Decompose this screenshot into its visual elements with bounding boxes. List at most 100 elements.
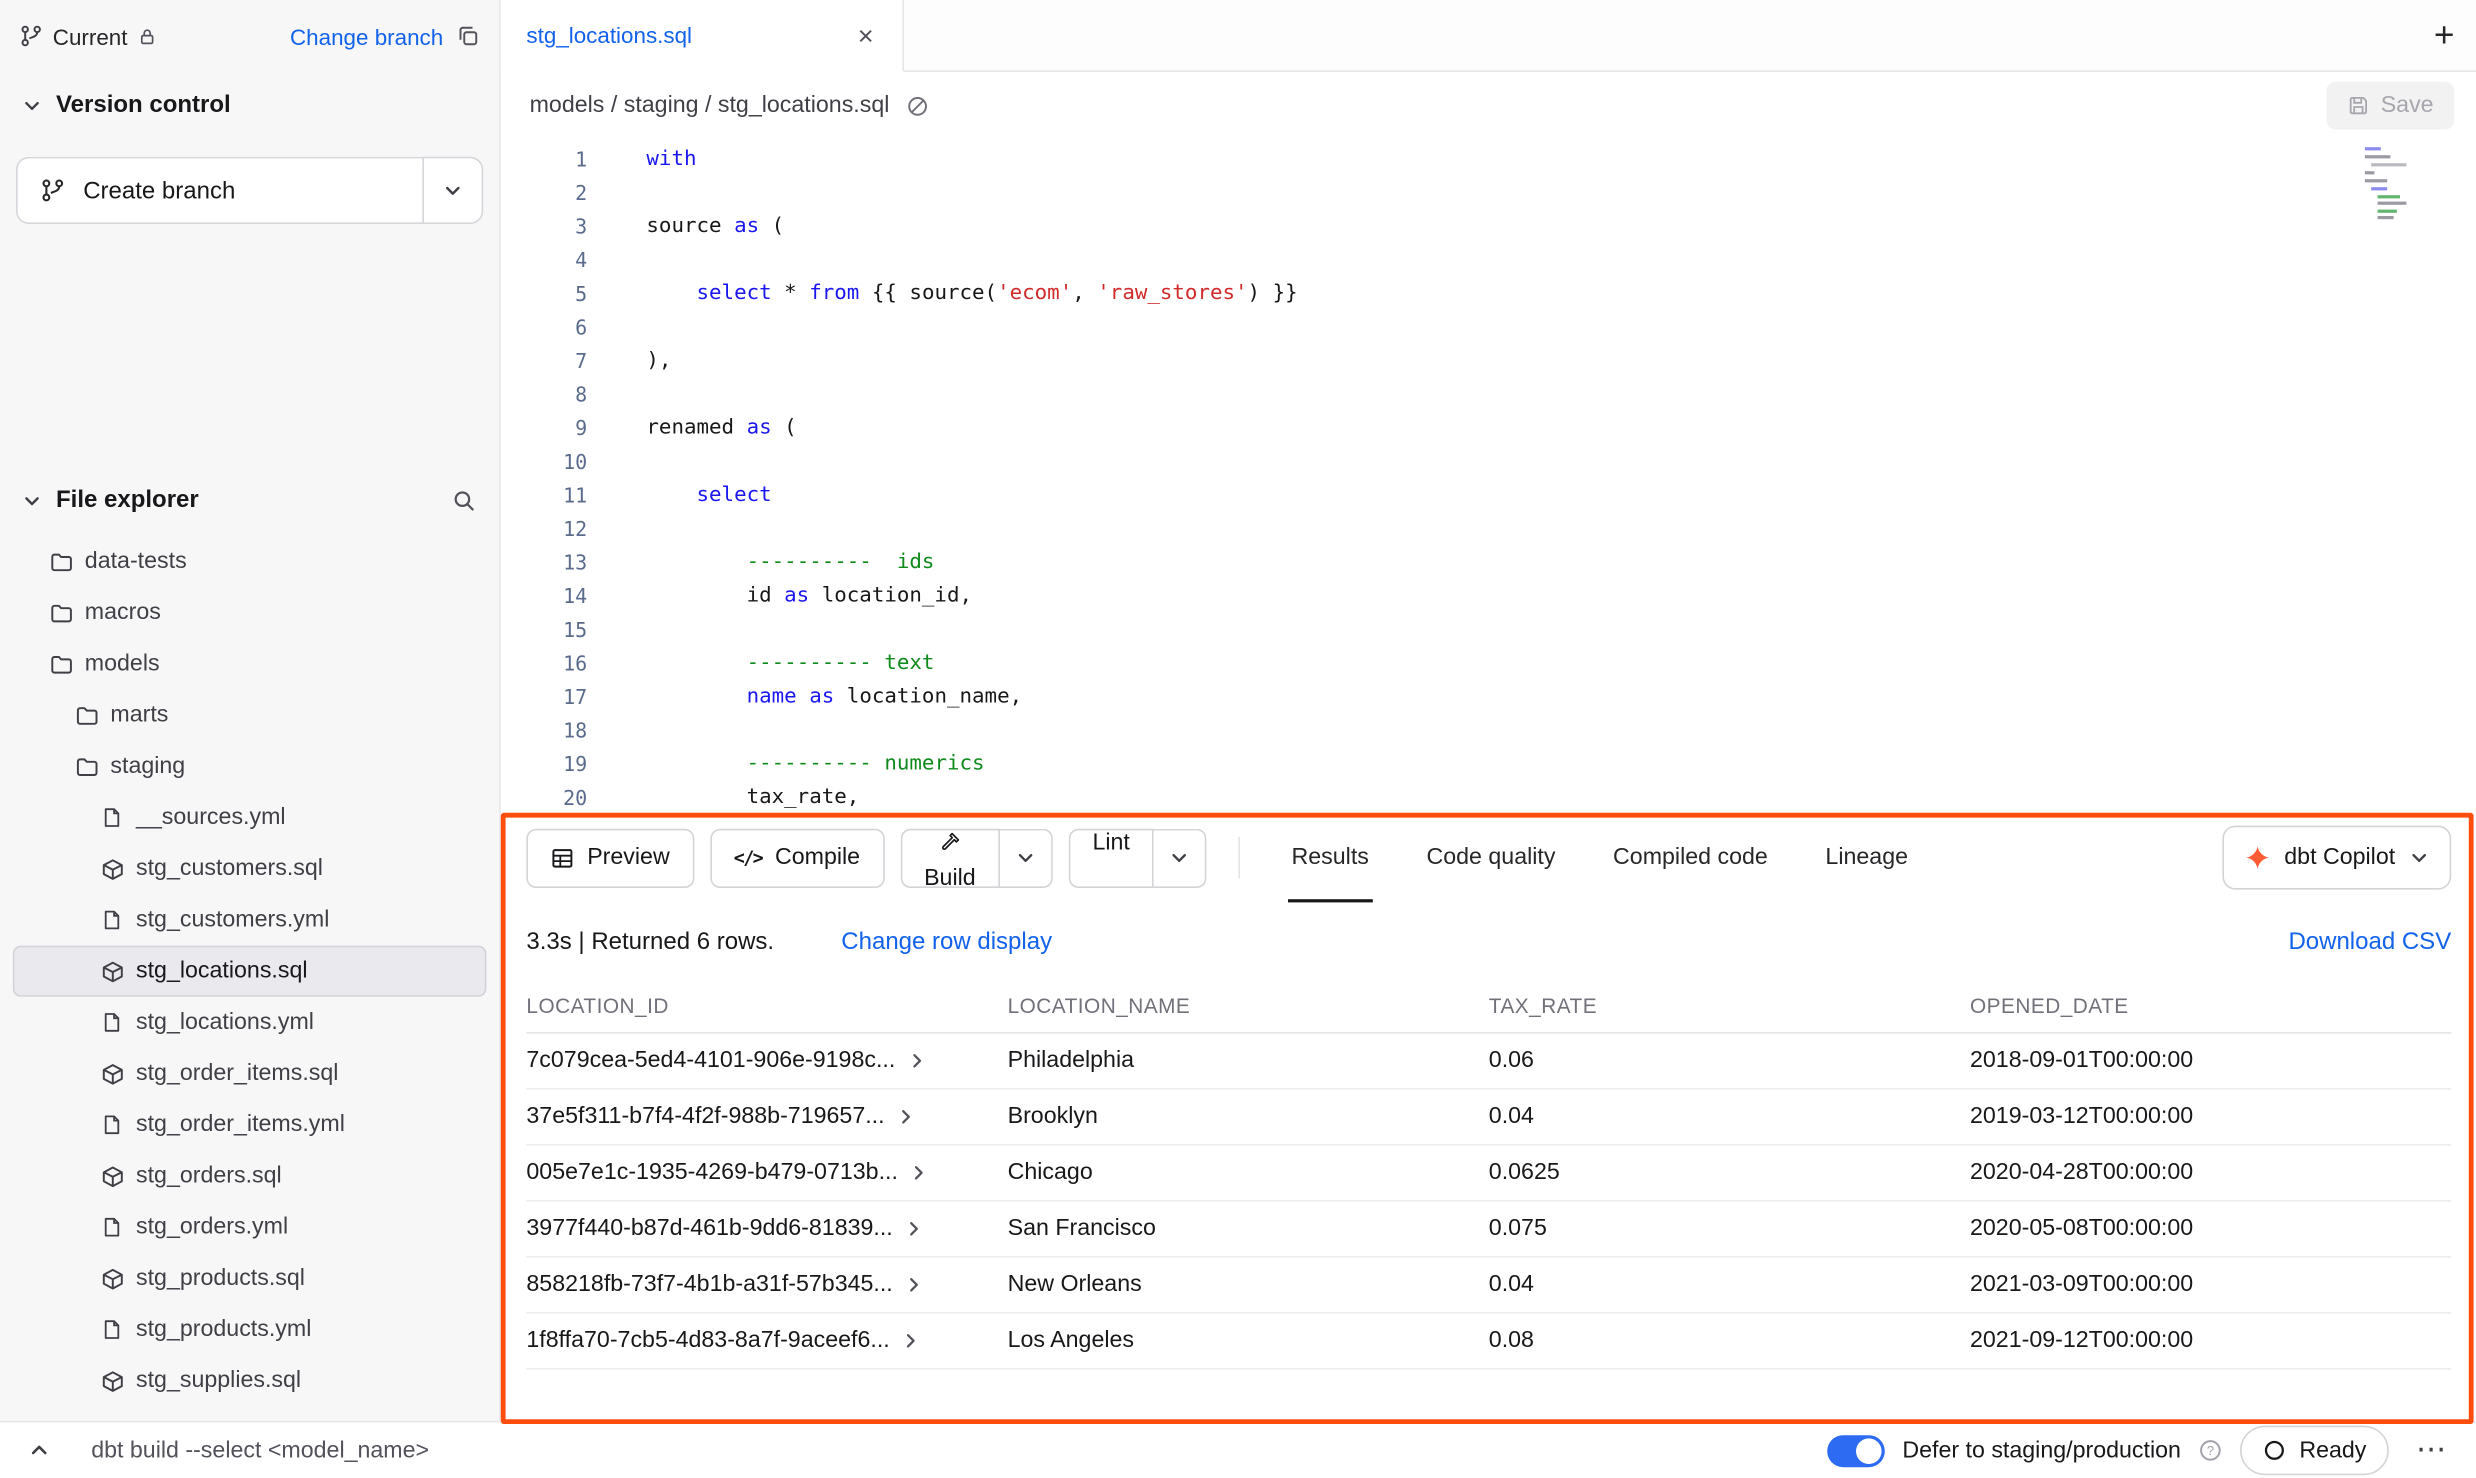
- chevron-right-icon[interactable]: [909, 1163, 928, 1182]
- panel-tab-results[interactable]: Results: [1292, 813, 1369, 903]
- code-line-3[interactable]: source as (: [646, 210, 2476, 244]
- column-header-tax_rate: TAX_RATE: [1489, 984, 1970, 1032]
- file-item-stg-supplies-sql[interactable]: stg_supplies.sql: [13, 1355, 487, 1406]
- code-line-11[interactable]: select: [646, 478, 2476, 512]
- code-line-12[interactable]: [646, 512, 2476, 546]
- table-icon: [550, 846, 574, 870]
- code-line-18[interactable]: [646, 714, 2476, 748]
- chevron-right-icon[interactable]: [901, 1331, 920, 1350]
- table-row[interactable]: 005e7e1c-1935-4269-b479-0713b...Chicago0…: [526, 1146, 2451, 1202]
- minimap[interactable]: [2365, 144, 2432, 221]
- file-item-stg-customers-sql[interactable]: stg_customers.sql: [13, 843, 487, 894]
- defer-label: Defer to staging/production: [1902, 1438, 2181, 1464]
- file-item-models[interactable]: models: [13, 638, 487, 689]
- file-item-marts[interactable]: marts: [13, 690, 487, 741]
- preview-button[interactable]: Preview: [526, 828, 693, 887]
- code-line-4[interactable]: [646, 243, 2476, 277]
- results-panel: Preview </> Compile Build: [501, 813, 2476, 1421]
- code-area[interactable]: with source as ( select * from {{ source(…: [603, 142, 2476, 812]
- chevron-right-icon[interactable]: [896, 1107, 915, 1126]
- create-branch-label: Create branch: [83, 177, 235, 204]
- code-line-20[interactable]: tax_rate,: [646, 781, 2476, 813]
- file-item-stg-locations-yml[interactable]: stg_locations.yml: [13, 997, 487, 1048]
- code-line-1[interactable]: with: [646, 142, 2476, 176]
- column-header-opened_date: OPENED_DATE: [1970, 984, 2451, 1032]
- code-line-19[interactable]: ---------- numerics: [646, 747, 2476, 781]
- panel-tab-compiled-code[interactable]: Compiled code: [1613, 813, 1768, 903]
- cell-location-name: Chicago: [1008, 1146, 1489, 1200]
- copy-icon[interactable]: [456, 24, 480, 48]
- table-row[interactable]: 858218fb-73f7-4b1b-a31f-57b345...New Orl…: [526, 1258, 2451, 1314]
- table-row[interactable]: 37e5f311-b7f4-4f2f-988b-719657...Brookly…: [526, 1090, 2451, 1146]
- file-item-stg-orders-yml[interactable]: stg_orders.yml: [13, 1202, 487, 1253]
- chevron-right-icon[interactable]: [904, 1275, 923, 1294]
- build-dropdown[interactable]: [1000, 828, 1053, 887]
- build-button[interactable]: Build: [900, 828, 1000, 887]
- create-branch-dropdown[interactable]: [422, 157, 483, 224]
- lint-button[interactable]: Lint: [1068, 828, 1153, 887]
- code-line-8[interactable]: [646, 378, 2476, 412]
- code-line-15[interactable]: [646, 613, 2476, 647]
- code-line-16[interactable]: ---------- text: [646, 646, 2476, 680]
- download-csv-link[interactable]: Download CSV: [2288, 928, 2451, 955]
- create-branch-button[interactable]: Create branch: [16, 157, 422, 224]
- new-tab-button[interactable]: +: [2434, 18, 2455, 53]
- current-branch[interactable]: Current: [19, 23, 156, 49]
- cell-location-id: 1f8ffa70-7cb5-4d83-8a7f-9aceef6...: [526, 1314, 1007, 1368]
- code-line-14[interactable]: id as location_id,: [646, 579, 2476, 613]
- line-number: 20: [501, 781, 587, 813]
- compile-button[interactable]: </> Compile: [710, 828, 884, 887]
- hammer-icon: [939, 830, 961, 852]
- file-item-label: staging: [110, 754, 185, 780]
- table-row[interactable]: 1f8ffa70-7cb5-4d83-8a7f-9aceef6...Los An…: [526, 1314, 2451, 1370]
- code-line-9[interactable]: renamed as (: [646, 411, 2476, 445]
- file-item-stg-order-items-yml[interactable]: stg_order_items.yml: [13, 1099, 487, 1150]
- panel-tab-lineage[interactable]: Lineage: [1825, 813, 1908, 903]
- file-item-stg-locations-sql[interactable]: stg_locations.sql: [13, 946, 487, 997]
- change-branch-link[interactable]: Change branch: [290, 23, 443, 49]
- file-item-stg-customers-yml[interactable]: stg_customers.yml: [13, 894, 487, 945]
- more-options-button[interactable]: ⋯: [2406, 1432, 2457, 1469]
- code-icon: </>: [734, 846, 762, 868]
- file-item-staging[interactable]: staging: [13, 741, 487, 792]
- file-item-label: stg_locations.yml: [136, 1010, 314, 1036]
- panel-tab-code-quality[interactable]: Code quality: [1426, 813, 1555, 903]
- code-line-5[interactable]: select * from {{ source('ecom', 'raw_sto…: [646, 277, 2476, 311]
- command-input[interactable]: dbt build --select <model_name>: [91, 1438, 429, 1464]
- code-line-13[interactable]: ---------- ids: [646, 546, 2476, 580]
- code-line-10[interactable]: [646, 445, 2476, 479]
- table-row[interactable]: 7c079cea-5ed4-4101-906e-9198c...Philadel…: [526, 1034, 2451, 1090]
- line-number: 7: [501, 344, 587, 378]
- help-icon[interactable]: ?: [2199, 1438, 2223, 1462]
- chevron-right-icon[interactable]: [904, 1219, 923, 1238]
- file-explorer-header[interactable]: File explorer: [0, 467, 499, 533]
- model-icon: [99, 959, 125, 983]
- cell-opened-date: 2021-09-12T00:00:00: [1970, 1314, 2451, 1368]
- change-row-display-link[interactable]: Change row display: [841, 928, 1052, 955]
- file-item--sources-yml[interactable]: __sources.yml: [13, 792, 487, 843]
- file-item-stg-orders-sql[interactable]: stg_orders.sql: [13, 1150, 487, 1201]
- ready-status-button[interactable]: Ready: [2240, 1426, 2389, 1476]
- lint-dropdown[interactable]: [1154, 828, 1207, 887]
- file-item-macros[interactable]: macros: [13, 587, 487, 638]
- code-line-17[interactable]: name as location_name,: [646, 680, 2476, 714]
- close-icon[interactable]: ×: [855, 22, 877, 49]
- code-line-7[interactable]: ),: [646, 344, 2476, 378]
- defer-toggle[interactable]: [1827, 1434, 1885, 1466]
- table-row[interactable]: 3977f440-b87d-461b-9dd6-81839...San Fran…: [526, 1202, 2451, 1258]
- file-item-data-tests[interactable]: data-tests: [13, 536, 487, 587]
- folder-icon: [74, 754, 100, 778]
- tab-stg-locations-sql[interactable]: stg_locations.sql ×: [501, 0, 904, 72]
- file-item-stg-products-sql[interactable]: stg_products.sql: [13, 1253, 487, 1304]
- search-icon[interactable]: [451, 487, 477, 513]
- file-item-stg-products-yml[interactable]: stg_products.yml: [13, 1304, 487, 1355]
- create-branch-split-button: Create branch: [16, 157, 483, 224]
- file-item-stg-order-items-sql[interactable]: stg_order_items.sql: [13, 1048, 487, 1099]
- version-control-header[interactable]: Version control: [0, 72, 499, 138]
- chevron-up-icon[interactable]: [29, 1440, 50, 1461]
- dbt-copilot-button[interactable]: dbt Copilot: [2222, 826, 2451, 890]
- chevron-right-icon[interactable]: [907, 1051, 926, 1070]
- code-line-6[interactable]: [646, 310, 2476, 344]
- save-button[interactable]: Save: [2326, 82, 2454, 130]
- code-line-2[interactable]: [646, 176, 2476, 210]
